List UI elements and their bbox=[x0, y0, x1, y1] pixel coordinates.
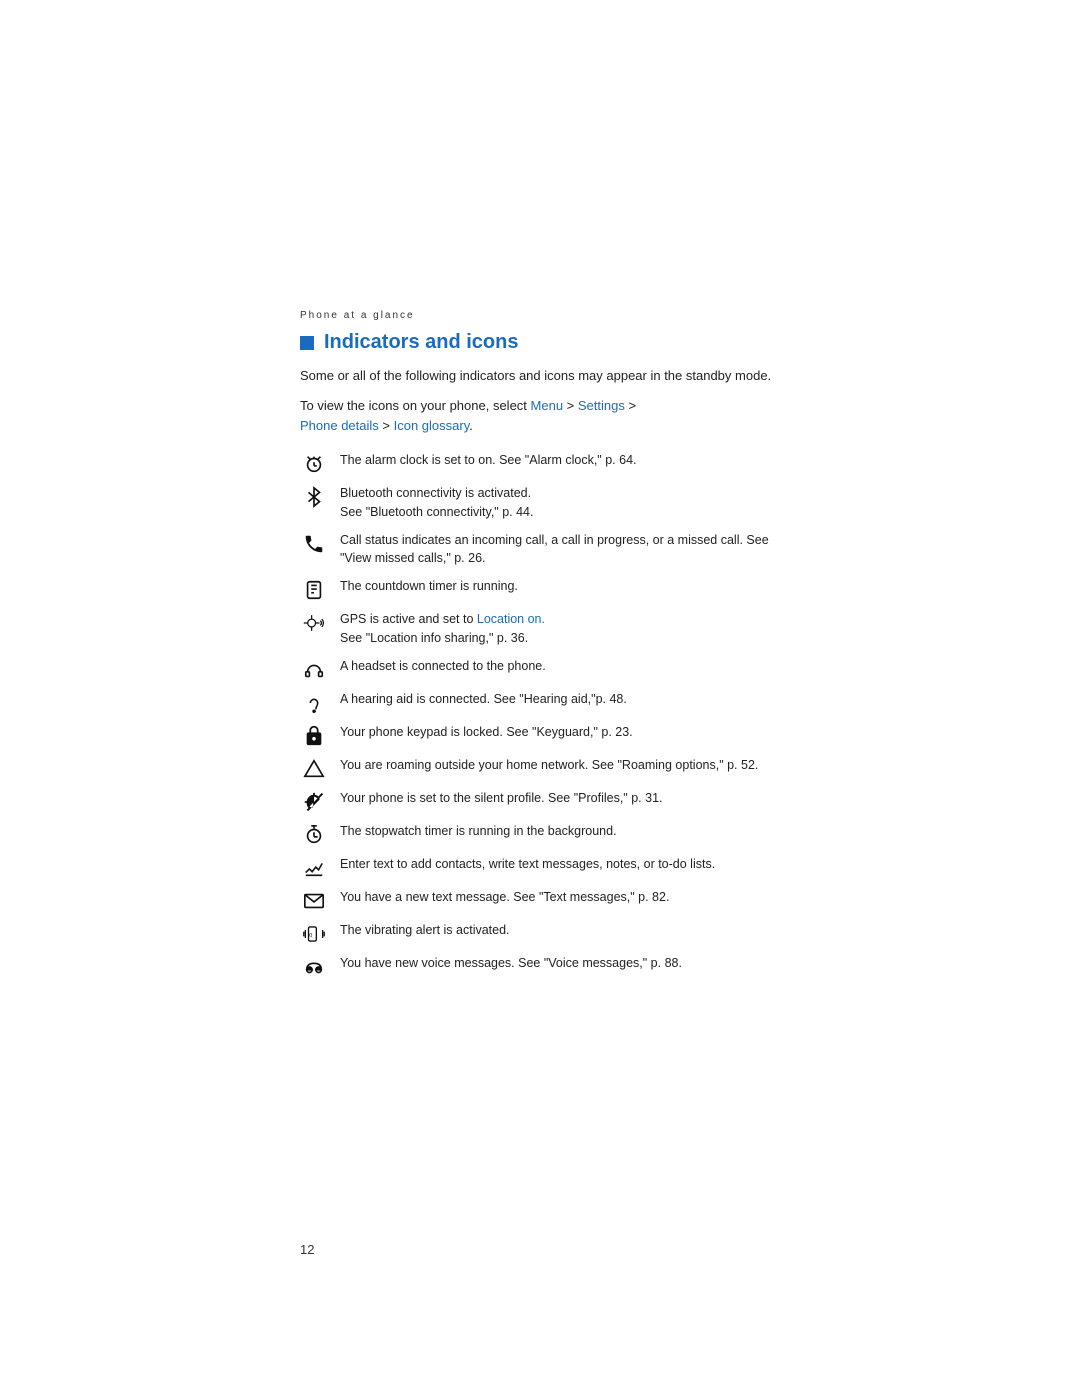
alarm-desc: The alarm clock is set to on. See "Alarm… bbox=[340, 451, 780, 470]
page-title: Indicators and icons bbox=[324, 331, 518, 354]
list-item: You have new voice messages. See "Voice … bbox=[300, 954, 780, 978]
call-desc: Call status indicates an incoming call, … bbox=[340, 531, 780, 569]
bluetooth-desc: Bluetooth connectivity is activated.See … bbox=[340, 484, 780, 522]
icon-list: The alarm clock is set to on. See "Alarm… bbox=[300, 451, 780, 978]
list-item: The alarm clock is set to on. See "Alarm… bbox=[300, 451, 780, 475]
headset-icon bbox=[300, 657, 328, 681]
svg-text:0: 0 bbox=[309, 933, 312, 939]
list-item: A hearing aid is connected. See "Hearing… bbox=[300, 690, 780, 714]
stopwatch-icon bbox=[300, 822, 328, 846]
hearing-aid-desc: A hearing aid is connected. See "Hearing… bbox=[340, 690, 780, 709]
nav-sep2: > bbox=[625, 398, 636, 413]
nav-settings-link[interactable]: Settings bbox=[578, 398, 625, 413]
nav-icon-glossary-link[interactable]: Icon glossary bbox=[394, 418, 470, 433]
content-area: Phone at a glance Indicators and icons S… bbox=[300, 310, 780, 987]
roaming-desc: You are roaming outside your home networ… bbox=[340, 756, 780, 775]
hearing-aid-icon bbox=[300, 690, 328, 714]
nav-menu-link[interactable]: Menu bbox=[531, 398, 564, 413]
nav-line1: To view the icons on your phone, select bbox=[300, 398, 531, 413]
nav-phone-details-link[interactable]: Phone details bbox=[300, 418, 379, 433]
vibrate-desc: The vibrating alert is activated. bbox=[340, 921, 780, 940]
list-item: 0 The vibrating alert is activated. bbox=[300, 921, 780, 945]
silent-icon bbox=[300, 789, 328, 813]
text-message-desc: You have a new text message. See "Text m… bbox=[340, 888, 780, 907]
countdown-desc: The countdown timer is running. bbox=[340, 577, 780, 596]
keyguard-desc: Your phone keypad is locked. See "Keygua… bbox=[340, 723, 780, 742]
stopwatch-desc: The stopwatch timer is running in the ba… bbox=[340, 822, 780, 841]
nav-sep3: > bbox=[379, 418, 394, 433]
list-item: The stopwatch timer is running in the ba… bbox=[300, 822, 780, 846]
alarm-icon bbox=[300, 451, 328, 475]
call-icon bbox=[300, 531, 328, 555]
voice-message-desc: You have new voice messages. See "Voice … bbox=[340, 954, 780, 973]
list-item: GPS is active and set to Location on.See… bbox=[300, 610, 780, 648]
title-box-icon bbox=[300, 336, 314, 350]
list-item: The countdown timer is running. bbox=[300, 577, 780, 601]
silent-desc: Your phone is set to the silent profile.… bbox=[340, 789, 780, 808]
vibrate-icon: 0 bbox=[300, 921, 328, 945]
headset-desc: A headset is connected to the phone. bbox=[340, 657, 780, 676]
roaming-icon bbox=[300, 756, 328, 780]
list-item: Enter text to add contacts, write text m… bbox=[300, 855, 780, 879]
list-item: You are roaming outside your home networ… bbox=[300, 756, 780, 780]
countdown-icon bbox=[300, 577, 328, 601]
list-item: Your phone keypad is locked. See "Keygua… bbox=[300, 723, 780, 747]
list-item: Your phone is set to the silent profile.… bbox=[300, 789, 780, 813]
text-message-icon bbox=[300, 888, 328, 912]
nav-paragraph: To view the icons on your phone, select … bbox=[300, 396, 780, 438]
voice-message-icon bbox=[300, 954, 328, 978]
bluetooth-icon bbox=[300, 484, 328, 508]
intro-paragraph: Some or all of the following indicators … bbox=[300, 366, 780, 386]
list-item: Bluetooth connectivity is activated.See … bbox=[300, 484, 780, 522]
list-item: A headset is connected to the phone. bbox=[300, 657, 780, 681]
nav-sep1: > bbox=[563, 398, 578, 413]
gps-location-link[interactable]: Location on. bbox=[477, 612, 545, 626]
contacts-desc: Enter text to add contacts, write text m… bbox=[340, 855, 780, 874]
gps-desc: GPS is active and set to Location on.See… bbox=[340, 610, 780, 648]
page-number: 12 bbox=[300, 1242, 314, 1257]
nav-end: . bbox=[469, 418, 473, 433]
gps-icon bbox=[300, 610, 328, 634]
page: Phone at a glance Indicators and icons S… bbox=[0, 0, 1080, 1397]
section-label: Phone at a glance bbox=[300, 310, 780, 321]
keyguard-icon bbox=[300, 723, 328, 747]
contacts-icon bbox=[300, 855, 328, 879]
list-item: You have a new text message. See "Text m… bbox=[300, 888, 780, 912]
section-title: Indicators and icons bbox=[300, 331, 780, 354]
list-item: Call status indicates an incoming call, … bbox=[300, 531, 780, 569]
